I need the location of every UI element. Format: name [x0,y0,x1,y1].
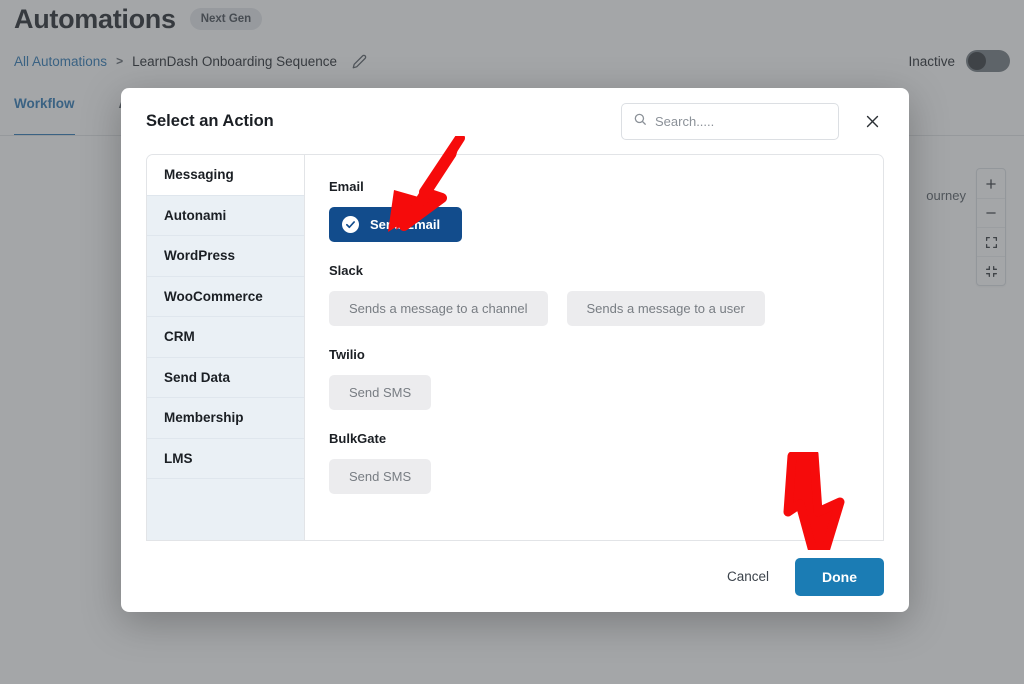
cancel-button[interactable]: Cancel [723,561,773,592]
chip-row: Sends a message to a channel Sends a mes… [329,291,863,326]
action-group-slack: Slack Sends a message to a channel Sends… [329,263,863,326]
done-button[interactable]: Done [795,558,884,596]
action-send-email[interactable]: Send Email [329,207,462,242]
group-title: Twilio [329,347,863,362]
group-title: BulkGate [329,431,863,446]
action-group-email: Email Send Email [329,179,863,242]
chip-row: Send Email [329,207,863,242]
search-icon [633,112,647,131]
group-title: Email [329,179,863,194]
sidebar-item-send-data[interactable]: Send Data [147,358,304,399]
modal-header: Select an Action [121,88,909,154]
action-bulkgate-send-sms[interactable]: Send SMS [329,459,431,494]
action-slack-channel[interactable]: Sends a message to a channel [329,291,548,326]
screen-root: Automations Next Gen All Automations > L… [0,0,1024,684]
modal-title: Select an Action [146,112,621,131]
category-list: Messaging Autonami WordPress WooCommerce… [147,155,305,540]
sidebar-item-messaging[interactable]: Messaging [147,155,304,196]
sidebar-item-wordpress[interactable]: WordPress [147,236,304,277]
search-input[interactable] [655,114,827,129]
action-group-twilio: Twilio Send SMS [329,347,863,410]
check-circle-icon [342,216,359,233]
sidebar-item-autonami[interactable]: Autonami [147,196,304,237]
sidebar-item-membership[interactable]: Membership [147,398,304,439]
modal-body: Messaging Autonami WordPress WooCommerce… [121,154,909,540]
sidebar-item-lms[interactable]: LMS [147,439,304,480]
select-action-modal: Select an Action Messaging Auto [121,88,909,612]
action-label: Send Email [370,217,440,232]
close-icon[interactable] [859,108,885,134]
action-twilio-send-sms[interactable]: Send SMS [329,375,431,410]
sidebar-item-crm[interactable]: CRM [147,317,304,358]
search-box[interactable] [621,103,839,140]
sidebar-item-woocommerce[interactable]: WooCommerce [147,277,304,318]
actions-scroll-pane[interactable]: Email Send Email [305,155,883,540]
chip-row: Send SMS [329,375,863,410]
modal-footer: Cancel Done [146,540,884,612]
group-title: Slack [329,263,863,278]
action-slack-user[interactable]: Sends a message to a user [567,291,765,326]
action-group-bulkgate: BulkGate Send SMS [329,431,863,494]
chip-row: Send SMS [329,459,863,494]
action-picker-panel: Messaging Autonami WordPress WooCommerce… [146,154,884,540]
